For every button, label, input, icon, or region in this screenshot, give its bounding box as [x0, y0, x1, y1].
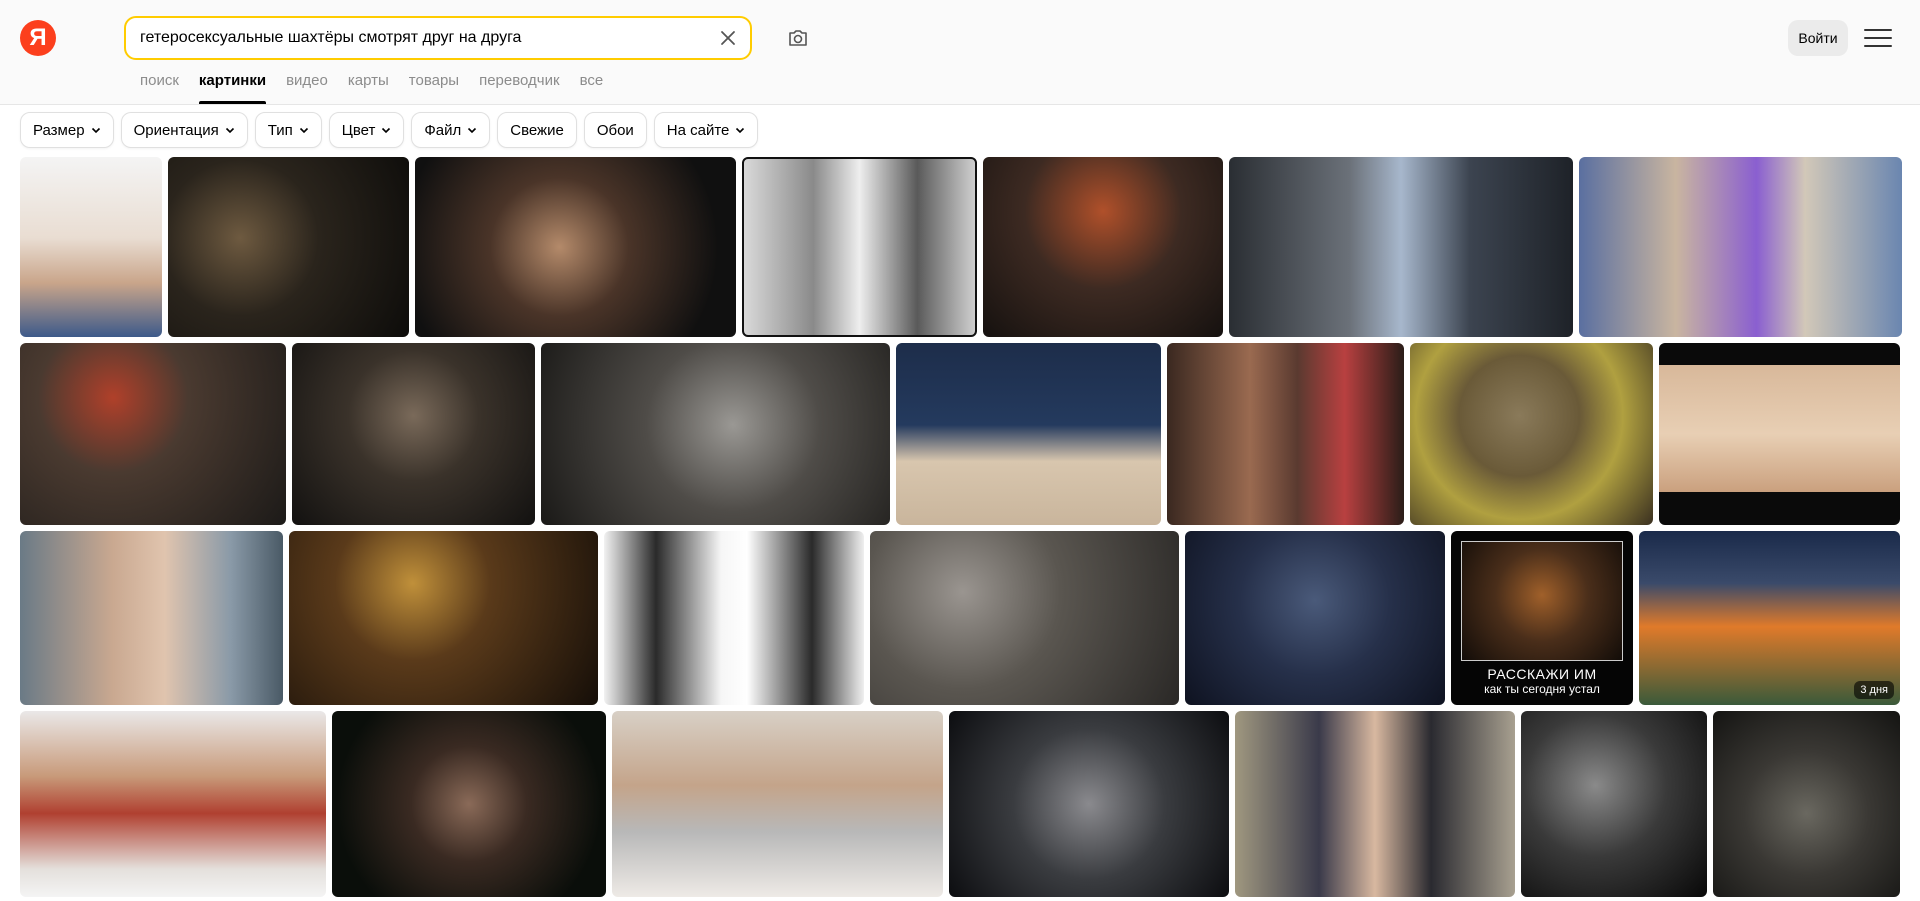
image-thumbnail[interactable] — [168, 157, 409, 337]
demotivator-frame — [1461, 541, 1623, 661]
image-thumbnail[interactable] — [742, 157, 977, 337]
image-thumbnail[interactable] — [1410, 343, 1653, 525]
tab-maps[interactable]: карты — [348, 72, 389, 104]
filter-label: Тип — [267, 121, 293, 139]
image-thumbnail[interactable] — [1235, 711, 1515, 897]
chevron-down-icon — [225, 127, 234, 134]
image-thumbnail[interactable]: РАССКАЖИ ИМ как ты сегодня устал — [1451, 531, 1633, 705]
image-row — [20, 343, 1900, 525]
menu-line — [1864, 29, 1892, 31]
chevron-down-icon — [299, 127, 308, 134]
chevron-down-icon — [382, 127, 391, 134]
chevron-down-icon — [468, 127, 477, 134]
image-thumbnail[interactable]: 3 дня — [1639, 531, 1900, 705]
demotivator-subtitle: как ты сегодня устал — [1484, 682, 1600, 696]
image-row: РАССКАЖИ ИМ как ты сегодня устал 3 дня — [20, 531, 1900, 705]
filter-wallpapers[interactable]: Обои — [583, 112, 647, 148]
image-thumbnail[interactable] — [612, 711, 943, 897]
filter-label: Размер — [33, 121, 85, 139]
image-thumbnail[interactable] — [289, 531, 598, 705]
filter-bar: Размер Ориентация Тип Цвет Файл Свежие О… — [20, 112, 759, 148]
camera-icon — [789, 30, 807, 46]
image-thumbnail[interactable] — [604, 531, 864, 705]
tab-video[interactable]: видео — [286, 72, 328, 104]
image-thumbnail[interactable] — [1521, 711, 1707, 897]
image-thumbnail[interactable] — [870, 531, 1179, 705]
search-input[interactable] — [126, 18, 706, 58]
tab-all[interactable]: все — [580, 72, 604, 104]
filter-label: Свежие — [510, 121, 564, 139]
filter-size[interactable]: Размер — [20, 112, 114, 148]
image-thumbnail[interactable] — [20, 343, 286, 525]
image-thumbnail[interactable] — [949, 711, 1229, 897]
search-box — [124, 16, 752, 60]
chevron-down-icon — [91, 127, 100, 134]
login-button[interactable]: Войти — [1788, 20, 1848, 56]
filter-on-site[interactable]: На сайте — [653, 112, 759, 148]
filter-orientation[interactable]: Ориентация — [120, 112, 248, 148]
image-thumbnail[interactable] — [20, 711, 326, 897]
header: Я Войти поиск картинки видео карты товар… — [0, 0, 1920, 105]
clear-search-button[interactable] — [706, 18, 750, 58]
menu-line — [1864, 45, 1892, 47]
image-search-button[interactable] — [782, 22, 814, 54]
image-thumbnail[interactable] — [415, 157, 736, 337]
tab-search[interactable]: поиск — [140, 72, 179, 104]
service-tabs: поиск картинки видео карты товары перево… — [140, 72, 623, 104]
demotivator-title: РАССКАЖИ ИМ — [1487, 666, 1597, 682]
image-thumbnail[interactable] — [541, 343, 890, 525]
chevron-down-icon — [736, 127, 745, 134]
tab-products[interactable]: товары — [409, 72, 459, 104]
filter-file[interactable]: Файл — [411, 112, 491, 148]
filter-label: Ориентация — [133, 121, 219, 139]
image-thumbnail[interactable] — [20, 157, 162, 337]
filter-color[interactable]: Цвет — [328, 112, 405, 148]
freshness-badge: 3 дня — [1854, 681, 1894, 699]
demotivator-caption: РАССКАЖИ ИМ как ты сегодня устал — [1451, 667, 1633, 697]
image-thumbnail[interactable] — [1713, 711, 1900, 897]
filter-fresh[interactable]: Свежие — [497, 112, 577, 148]
tab-images[interactable]: картинки — [198, 72, 267, 104]
image-thumbnail[interactable] — [292, 343, 535, 525]
menu-button[interactable] — [1864, 24, 1892, 52]
image-row — [20, 157, 1902, 337]
filter-label: Файл — [424, 121, 462, 139]
filter-label: Цвет — [341, 121, 376, 139]
image-thumbnail[interactable] — [1167, 343, 1404, 525]
tab-translator[interactable]: переводчик — [479, 72, 559, 104]
image-thumbnail[interactable] — [332, 711, 606, 897]
image-thumbnail[interactable] — [896, 343, 1161, 525]
image-thumbnail[interactable] — [20, 531, 283, 705]
yandex-logo[interactable]: Я — [20, 20, 56, 56]
filter-type[interactable]: Тип — [254, 112, 322, 148]
filter-label: Обои — [596, 121, 634, 139]
image-row — [20, 711, 1900, 897]
image-thumbnail[interactable] — [1185, 531, 1445, 705]
menu-line — [1864, 37, 1892, 39]
image-thumbnail[interactable] — [1659, 343, 1900, 525]
image-thumbnail[interactable] — [1579, 157, 1902, 337]
close-icon — [721, 31, 735, 45]
image-thumbnail[interactable] — [983, 157, 1223, 337]
image-thumbnail[interactable] — [1229, 157, 1573, 337]
filter-label: На сайте — [666, 121, 730, 139]
